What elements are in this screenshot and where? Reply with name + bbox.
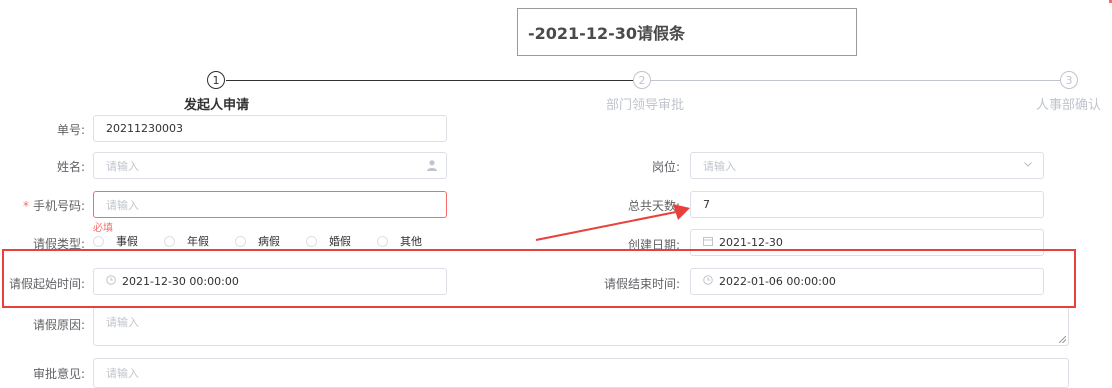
step-connector-2 [651,80,1060,81]
reason-placeholder: 请输入 [106,316,139,329]
position-placeholder: 请输入 [703,159,736,173]
step-3-circle: 3 [1060,71,1078,89]
step-2-title: 部门领导审批 [606,98,685,113]
position-label: 岗位: [651,160,680,174]
radio-option-sick[interactable]: 病假 [235,233,280,249]
phone-placeholder: 请输入 [106,198,139,212]
reason-label: 请假原因: [32,318,85,332]
step-3-title: 人事部确认 [1036,98,1102,113]
radio-circle[interactable] [164,235,175,247]
resize-handle-icon[interactable] [1059,336,1066,343]
phone-input[interactable]: 请输入 [93,191,447,218]
page-title: -2021-12-30请假条 [517,8,857,56]
calendar-icon [703,236,713,249]
approval-textarea[interactable]: 请输入 [93,358,1069,388]
radio-circle[interactable] [377,235,388,247]
radio-option-personal[interactable]: 事假 [93,233,138,249]
radio-option-other[interactable]: 其他 [377,233,422,249]
step-1-title: 发起人申请 [184,98,250,113]
name-input[interactable]: 请输入 [93,152,447,179]
highlight-rectangle [2,249,1076,308]
step-2-circle: 2 [633,71,651,89]
leave-type-radio-group: 事假 年假 病假 婚假 其他 [93,233,448,249]
name-label: 姓名: [56,160,85,174]
total-days-input[interactable]: 7 [690,191,1044,218]
radio-circle[interactable] [306,235,317,247]
required-asterisk: * [22,199,29,213]
step-1-circle: 1 [207,71,225,89]
approval-placeholder: 请输入 [106,367,139,380]
approval-label: 审批意见: [32,367,85,381]
order-no-input[interactable]: 20211230003 [93,115,447,142]
total-days-value: 7 [703,198,710,211]
position-select[interactable]: 请输入 [690,152,1044,179]
phone-label: * 手机号码: [22,199,85,213]
radio-circle[interactable] [235,235,246,247]
order-no-label: 单号: [56,123,85,137]
name-placeholder: 请输入 [106,159,139,173]
reason-textarea[interactable]: 请输入 [93,307,1069,346]
user-icon [426,159,438,174]
radio-option-annual[interactable]: 年假 [164,233,209,249]
created-date-value: 2021-12-30 [719,236,783,249]
chevron-down-icon [1023,159,1033,172]
step-connector-1 [226,80,633,81]
radio-option-marriage[interactable]: 婚假 [306,233,351,249]
order-no-value: 20211230003 [106,122,183,135]
phone-error-message: 必填 [93,223,113,234]
annotation-arrow-icon [535,204,690,241]
radio-circle[interactable] [93,235,104,247]
